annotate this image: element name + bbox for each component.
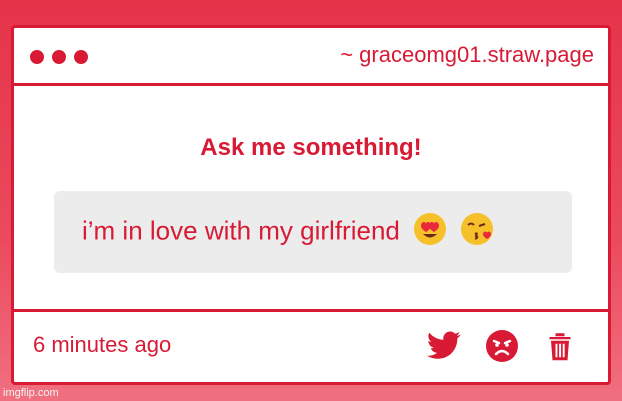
twitter-icon[interactable] [426,328,462,364]
ask-card: ~ graceomg01.straw.page Ask me something… [11,25,611,385]
kissing-heart-emoji-icon [460,212,494,253]
answer-text-content: i’m in love with my girlfriend [82,214,400,245]
card-footer: 6 minutes ago [14,309,608,382]
answer-box: i’m in love with my girlfriend [54,191,572,273]
trash-icon[interactable] [542,328,578,364]
window-dots [30,50,88,64]
page-url[interactable]: ~ graceomg01.straw.page [340,42,594,68]
window-dot [74,50,88,64]
window-titlebar: ~ graceomg01.straw.page [14,28,608,86]
window-dot [30,50,44,64]
window-dot [52,50,66,64]
footer-actions [426,328,578,364]
prompt-heading: Ask me something! [200,134,422,161]
timestamp: 6 minutes ago [33,332,172,357]
angry-face-icon[interactable] [484,328,520,364]
heart-eyes-emoji-icon [413,212,447,253]
answer-text: i’m in love with my girlfriend [82,212,494,253]
imgflip-watermark: imgflip.com [3,387,59,399]
